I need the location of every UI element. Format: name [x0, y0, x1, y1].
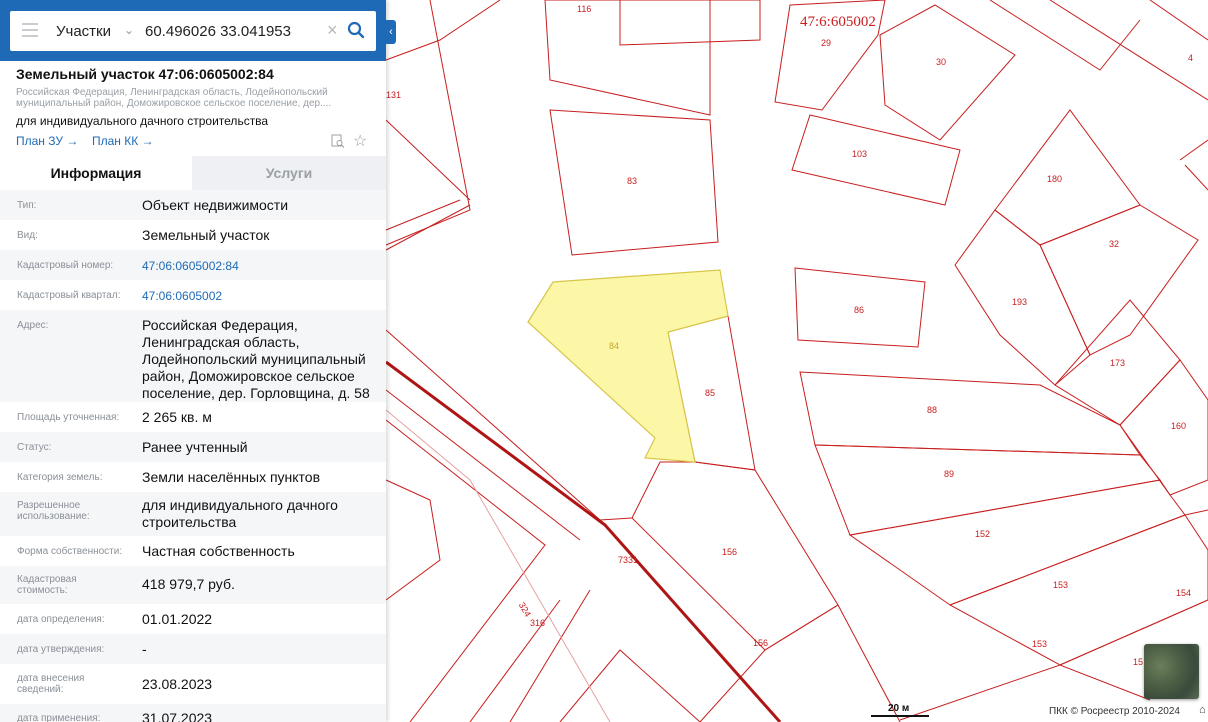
object-address-short: Российская Федерация, Ленинградская обла…	[16, 87, 332, 109]
label-153b: 153	[1032, 639, 1047, 649]
label-89: 89	[944, 469, 954, 479]
label-152: 152	[975, 529, 990, 539]
label-7331: 7331	[618, 555, 638, 565]
field-label: Статус:	[17, 442, 52, 453]
label-103: 103	[852, 149, 867, 159]
label-29: 29	[821, 38, 831, 48]
field-row: дата утверждения: -	[0, 634, 386, 664]
scale-bar	[871, 715, 929, 717]
search-bar: Участки ⌄ 60.496026 33.041953 ×	[0, 0, 386, 61]
field-value: для индивидуального дачного строительств…	[142, 497, 338, 530]
clear-icon[interactable]: ×	[327, 20, 338, 41]
field-row: Категория земель: Земли населённых пункт…	[0, 462, 386, 492]
field-row: Разрешенное использование: для индивидуа…	[0, 492, 386, 536]
field-label: дата применения:	[17, 713, 101, 722]
label-156b: 156	[753, 638, 768, 648]
label-32: 32	[1109, 239, 1119, 249]
field-label: Форма собственности:	[17, 546, 123, 557]
field-row: Тип: Объект недвижимости	[0, 190, 386, 220]
cadastral-number-link[interactable]: 47:06:0605002:84	[142, 258, 374, 275]
field-label: Площадь уточненная:	[17, 412, 120, 423]
object-title: Земельный участок 47:06:0605002:84	[16, 66, 274, 82]
tab-services[interactable]: Услуги	[192, 156, 386, 190]
plan-kk-link[interactable]: План КК →	[92, 134, 154, 148]
label-30: 30	[936, 57, 946, 67]
field-row: Вид: Земельный участок	[0, 220, 386, 250]
field-label: дата внесения сведений:	[17, 673, 85, 695]
search-icon[interactable]	[347, 21, 365, 39]
field-value: Земельный участок	[142, 227, 270, 243]
field-label: дата утверждения:	[17, 644, 105, 655]
field-value: 23.08.2023	[142, 676, 213, 692]
field-label: Кадастровый квартал:	[17, 290, 121, 301]
field-value: Земли населённых пунктов	[142, 469, 321, 485]
label-116: 116	[577, 4, 591, 14]
label-316: 316	[530, 618, 545, 628]
field-row: Кадастровый квартал: 47:06:0605002	[0, 280, 386, 310]
satellite-layer-toggle[interactable]	[1144, 644, 1199, 699]
field-value: Российская Федерация, Ленинградская обла…	[142, 317, 370, 401]
field-label: Кадастровая стоимость:	[17, 574, 77, 596]
field-value: Ранее учтенный	[142, 439, 248, 455]
menu-icon[interactable]	[22, 23, 38, 39]
copyright-text: ПКК © Росреестр 2010-2024	[1049, 706, 1180, 717]
field-value: -	[142, 641, 147, 657]
field-label: Кадастровый номер:	[17, 260, 114, 271]
label-85: 85	[705, 388, 715, 398]
field-row: Кадастровый номер: 47:06:0605002:84	[0, 250, 386, 280]
chevron-down-icon[interactable]: ⌄	[124, 23, 134, 37]
label-160: 160	[1171, 421, 1186, 431]
field-row: Площадь уточненная: 2 265 кв. м	[0, 402, 386, 432]
label-153: 153	[1053, 580, 1068, 590]
field-row: дата определения: 01.01.2022	[0, 604, 386, 634]
field-row: дата внесения сведений: 23.08.2023	[0, 664, 386, 704]
tabs: Информация Услуги	[0, 156, 386, 190]
field-value: 2 265 кв. м	[142, 409, 212, 425]
field-row: Статус: Ранее учтенный	[0, 432, 386, 462]
label-88: 88	[927, 405, 937, 415]
quarter-label: 47:6:605002	[800, 14, 876, 30]
label-131: 131	[386, 90, 401, 100]
field-label: Категория земель:	[17, 472, 103, 483]
label-154: 154	[1176, 588, 1191, 598]
label-193: 193	[1012, 297, 1027, 307]
label-83: 83	[627, 176, 637, 186]
search-box[interactable]: Участки ⌄ 60.496026 33.041953 ×	[10, 11, 376, 51]
label-180: 180	[1047, 174, 1062, 184]
label-84: 84	[609, 341, 619, 351]
document-search-icon[interactable]	[331, 134, 345, 148]
field-label: Адрес:	[17, 320, 49, 331]
label-173: 173	[1110, 358, 1125, 368]
plan-zu-link[interactable]: План ЗУ →	[16, 134, 78, 148]
field-value: 31.07.2023	[142, 710, 213, 722]
object-use: для индивидуального дачного строительств…	[16, 114, 269, 128]
field-label: Вид:	[17, 230, 38, 241]
field-value: 01.01.2022	[142, 611, 213, 627]
field-value: Частная собственность	[142, 543, 295, 559]
field-row: Кадастровая стоимость: 418 979,7 руб.	[0, 566, 386, 604]
search-input[interactable]: 60.496026 33.041953	[145, 23, 291, 40]
field-value: Объект недвижимости	[142, 197, 289, 213]
label-156: 156	[722, 547, 737, 557]
field-label: Тип:	[17, 200, 37, 211]
scale-label: 20 м	[888, 703, 910, 714]
field-row: Форма собственности: Частная собственнос…	[0, 536, 386, 566]
tab-info[interactable]: Информация	[0, 156, 192, 190]
field-label: дата определения:	[17, 614, 105, 625]
field-label: Разрешенное использование:	[17, 500, 90, 522]
field-value: 418 979,7 руб.	[142, 576, 235, 592]
label-4: 4	[1188, 53, 1193, 63]
field-row: дата применения: 31.07.2023	[0, 704, 386, 722]
star-icon[interactable]: ☆	[353, 131, 367, 151]
cadastral-quarter-link[interactable]: 47:06:0605002	[142, 288, 374, 305]
field-row: Адрес: Российская Федерация, Ленинградск…	[0, 310, 386, 402]
layer-select[interactable]: Участки	[56, 23, 111, 40]
info-panel: Участки ⌄ 60.496026 33.041953 × Земельны…	[0, 0, 386, 722]
label-86: 86	[854, 305, 864, 315]
home-icon[interactable]: ⌂	[1199, 704, 1206, 716]
label-15: 15	[1133, 657, 1143, 667]
collapse-panel-button[interactable]: ‹	[386, 20, 396, 44]
